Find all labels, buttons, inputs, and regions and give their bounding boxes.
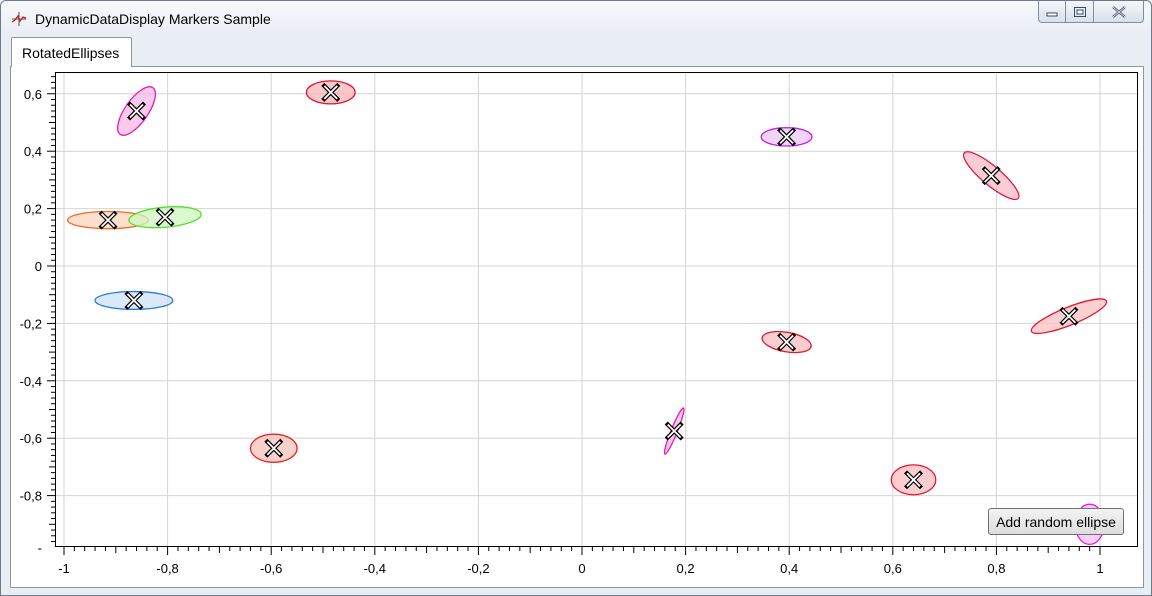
restore-button[interactable] (1066, 1, 1094, 23)
restore-icon (1073, 6, 1086, 17)
y-tick-label: -0,2 (20, 316, 42, 331)
x-tick-label: 0,8 (987, 561, 1005, 576)
y-tick-label: -0,6 (20, 431, 42, 446)
window-title: DynamicDataDisplay Markers Sample (35, 11, 271, 27)
x-tick-label: -0,2 (467, 561, 489, 576)
y-tick-label: 0,2 (24, 202, 42, 217)
tab-strip: RotatedEllipses (10, 37, 1144, 67)
x-tick-label: 0,2 (677, 561, 695, 576)
minimize-icon (1046, 12, 1058, 16)
app-window: DynamicDataDisplay Markers Sample Rotate… (0, 0, 1152, 596)
close-icon (1111, 5, 1126, 18)
y-tick-label: 0,4 (24, 144, 42, 159)
title-bar[interactable]: DynamicDataDisplay Markers Sample (1, 1, 1151, 35)
y-tick-label: - (38, 540, 42, 555)
x-tick-label: 0 (578, 561, 585, 576)
y-tick-label: 0 (35, 259, 42, 274)
x-tick-label: 0,4 (780, 561, 798, 576)
tab-rotated-ellipses[interactable]: RotatedEllipses (11, 37, 132, 67)
x-tick-label: -0,6 (260, 561, 282, 576)
tab-content: -1 -0,8 -0,6 -0,4 -0,2 0 0,2 0,4 0,6 0,8 1 0,6 0,4 0,… (10, 66, 1144, 588)
tab-label: RotatedEllipses (22, 45, 120, 61)
close-button[interactable] (1094, 1, 1144, 23)
y-tick-label: -0,8 (20, 489, 42, 504)
chart-plot-icon[interactable] (10, 10, 28, 28)
x-tick-label: -1 (58, 561, 70, 576)
y-tick-label: 0,6 (24, 87, 42, 102)
x-tick-label: -0,8 (156, 561, 178, 576)
add-random-ellipse-button[interactable]: Add random ellipse (988, 508, 1124, 535)
x-tick-label: 0,6 (884, 561, 902, 576)
x-tick-label: 1 (1096, 561, 1103, 576)
ellipse-marker-chart[interactable]: -1 -0,8 -0,6 -0,4 -0,2 0 0,2 0,4 0,6 0,8 1 0,6 0,4 0,… (11, 67, 1143, 587)
minimize-button[interactable] (1038, 1, 1066, 23)
plot-area (55, 72, 1138, 547)
x-tick-label: -0,4 (364, 561, 386, 576)
caption-buttons (1038, 1, 1144, 23)
y-tick-label: -0,4 (20, 374, 42, 389)
